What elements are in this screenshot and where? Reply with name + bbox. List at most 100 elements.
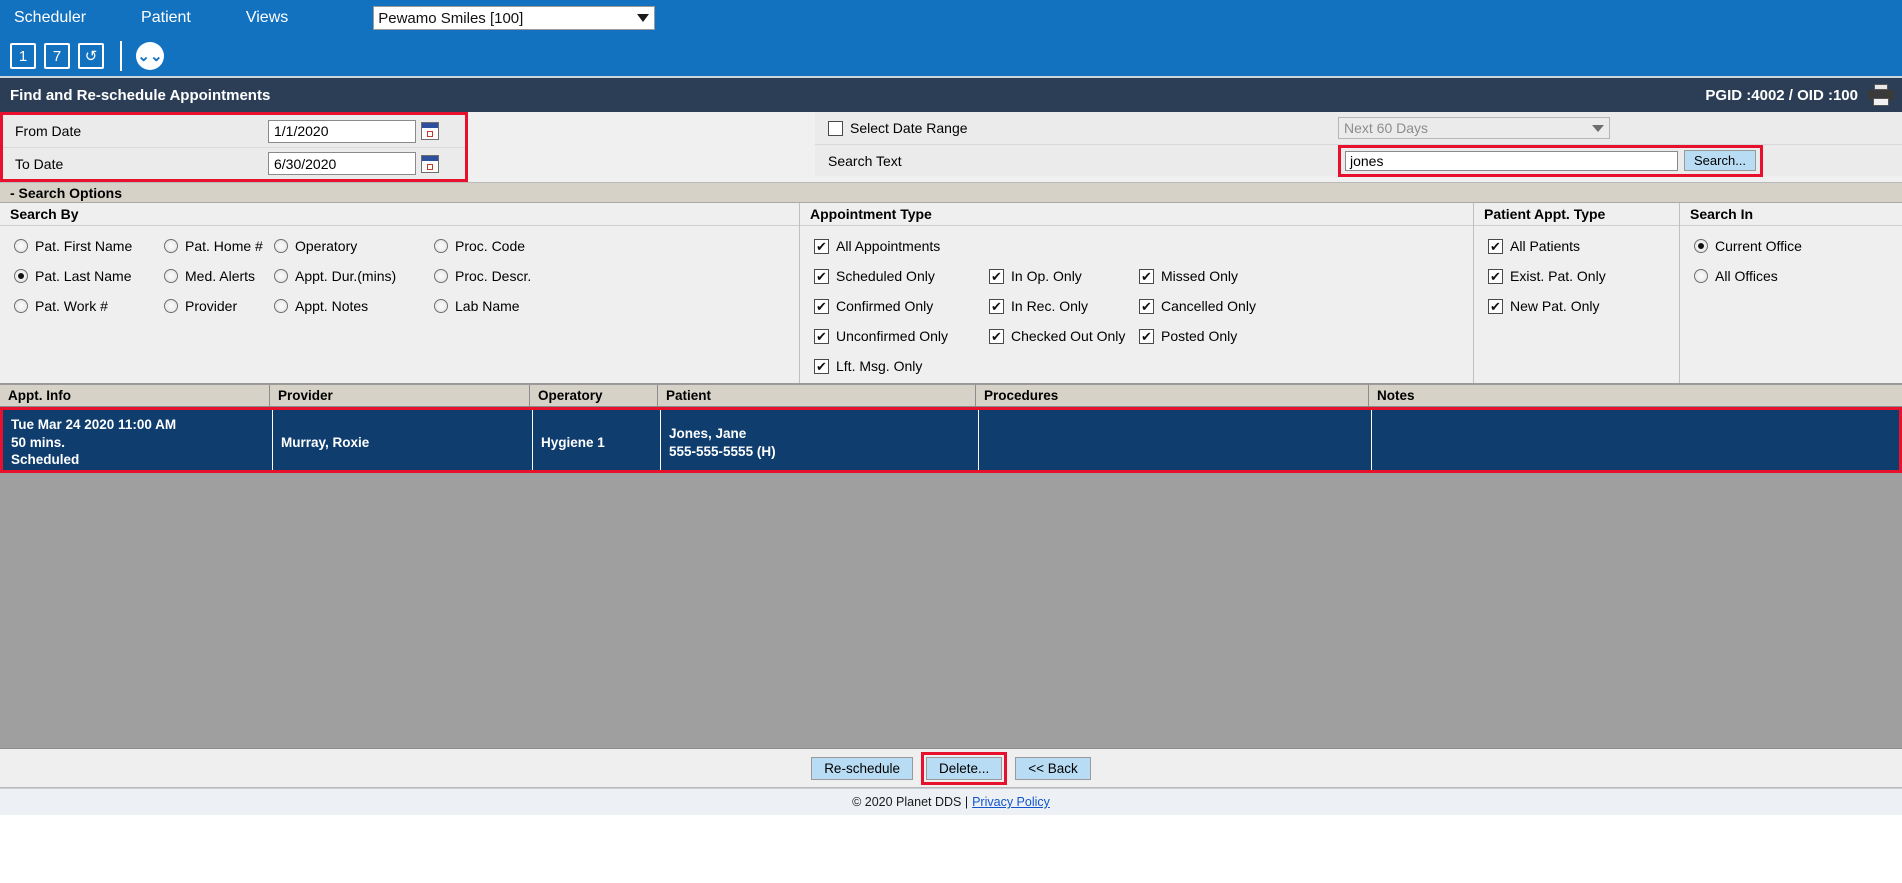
radio-icon[interactable]: [14, 299, 28, 313]
table-row[interactable]: Tue Mar 24 2020 11:00 AM 50 mins. Schedu…: [3, 410, 1899, 470]
date-range-preset-select[interactable]: Next 60 Days: [1338, 117, 1610, 139]
radio-icon[interactable]: [434, 269, 448, 283]
expand-down-icon[interactable]: ⌄⌄: [136, 42, 164, 70]
radio-proc-code[interactable]: Proc. Code: [434, 238, 554, 254]
column-header-procedures[interactable]: Procedures: [976, 385, 1369, 406]
printer-icon[interactable]: [1868, 84, 1894, 106]
select-date-range-checkbox[interactable]: [828, 120, 843, 136]
calendar-icon[interactable]: [421, 154, 439, 173]
radio-appt-duration[interactable]: Appt. Dur.(mins): [274, 268, 434, 284]
column-header-provider[interactable]: Provider: [270, 385, 530, 406]
checkbox-icon[interactable]: ✔: [989, 298, 1004, 314]
checkbox-scheduled-only[interactable]: ✔ Scheduled Only: [814, 268, 989, 284]
radio-icon[interactable]: [164, 239, 178, 253]
radio-pat-work-number[interactable]: Pat. Work #: [14, 298, 164, 314]
checkbox-lft-msg-only[interactable]: ✔ Lft. Msg. Only: [814, 358, 1473, 374]
checkbox-in-rec-only[interactable]: ✔ In Rec. Only: [989, 298, 1139, 314]
radio-icon[interactable]: [14, 239, 28, 253]
radio-icon[interactable]: [434, 299, 448, 313]
radio-pat-first-name[interactable]: Pat. First Name: [14, 238, 164, 254]
checkbox-icon[interactable]: ✔: [814, 328, 829, 344]
checkbox-missed-only[interactable]: ✔ Missed Only: [1139, 268, 1329, 284]
checkbox-icon[interactable]: ✔: [1139, 298, 1154, 314]
search-input[interactable]: jones: [1345, 150, 1678, 171]
panel-search-by: Search By Pat. First Name Pat. Home # Op…: [0, 203, 800, 383]
checkbox-cancelled-only[interactable]: ✔ Cancelled Only: [1139, 298, 1329, 314]
radio-all-offices[interactable]: All Offices: [1694, 268, 1902, 284]
back-button[interactable]: << Back: [1015, 756, 1091, 780]
from-date-input[interactable]: 1/1/2020: [268, 119, 416, 143]
search-button[interactable]: Search...: [1684, 150, 1757, 171]
radio-appt-notes[interactable]: Appt. Notes: [274, 298, 434, 314]
to-date-input[interactable]: 6/30/2020: [268, 152, 416, 175]
checkbox-icon[interactable]: ✔: [1488, 268, 1503, 284]
checkbox-icon[interactable]: ✔: [989, 328, 1004, 344]
checkbox-icon[interactable]: ✔: [989, 268, 1004, 284]
radio-icon[interactable]: [434, 239, 448, 253]
column-header-appt-info[interactable]: Appt. Info: [0, 385, 270, 406]
checkbox-icon[interactable]: ✔: [1488, 298, 1503, 314]
appt-status: Scheduled: [11, 452, 80, 468]
menu-item-patient[interactable]: Patient: [141, 9, 191, 27]
column-header-patient[interactable]: Patient: [658, 385, 976, 406]
results-empty-area: [0, 473, 1902, 749]
checkbox-icon[interactable]: ✔: [814, 238, 829, 254]
cell-appt-info: Tue Mar 24 2020 11:00 AM 50 mins. Schedu…: [3, 410, 273, 470]
menu-item-scheduler[interactable]: Scheduler: [14, 9, 86, 27]
column-header-notes[interactable]: Notes: [1369, 385, 1902, 406]
checkbox-all-patients[interactable]: ✔ All Patients: [1488, 238, 1679, 254]
radio-icon[interactable]: [274, 269, 288, 283]
search-options-header[interactable]: - Search Options: [0, 183, 1902, 203]
column-header-operatory[interactable]: Operatory: [530, 385, 658, 406]
radio-provider[interactable]: Provider: [164, 298, 274, 314]
office-select[interactable]: Pewamo Smiles [100]: [373, 6, 656, 30]
checkbox-icon[interactable]: ✔: [1139, 328, 1154, 344]
select-date-range-field[interactable]: Select Date Range: [815, 120, 1338, 136]
radio-lab-name[interactable]: Lab Name: [434, 298, 554, 314]
radio-proc-descr[interactable]: Proc. Descr.: [434, 268, 554, 284]
radio-icon-selected[interactable]: [14, 269, 28, 283]
checkbox-checked-out-only[interactable]: ✔ Checked Out Only: [989, 328, 1139, 344]
checkbox-posted-only[interactable]: ✔ Posted Only: [1139, 328, 1329, 344]
checkbox-icon[interactable]: ✔: [814, 358, 829, 374]
menu-item-views[interactable]: Views: [246, 9, 288, 27]
patient-appt-type-title: Patient Appt. Type: [1474, 203, 1679, 226]
checkbox-unconfirmed-only[interactable]: ✔ Unconfirmed Only: [814, 328, 989, 344]
checkbox-icon[interactable]: ✔: [1139, 268, 1154, 284]
checkbox-label: In Rec. Only: [1011, 298, 1089, 314]
radio-icon[interactable]: [1694, 269, 1708, 283]
checkbox-confirmed-only[interactable]: ✔ Confirmed Only: [814, 298, 989, 314]
radio-label: Provider: [185, 298, 238, 314]
chevron-down-icon: [1592, 124, 1604, 132]
radio-label: Pat. Work #: [35, 298, 108, 314]
refresh-icon[interactable]: ↺: [78, 43, 104, 69]
radio-icon[interactable]: [164, 299, 178, 313]
checkbox-in-op-only[interactable]: ✔ In Op. Only: [989, 268, 1139, 284]
radio-icon[interactable]: [164, 269, 178, 283]
delete-button[interactable]: Delete...: [925, 756, 1003, 780]
checkbox-label: Confirmed Only: [836, 298, 934, 314]
checkbox-icon[interactable]: ✔: [814, 268, 829, 284]
checkbox-new-pat-only[interactable]: ✔ New Pat. Only: [1488, 298, 1679, 314]
radio-icon[interactable]: [274, 239, 288, 253]
radio-icon[interactable]: [274, 299, 288, 313]
week-view-icon[interactable]: 7: [44, 43, 70, 69]
checkbox-exist-pat-only[interactable]: ✔ Exist. Pat. Only: [1488, 268, 1679, 284]
checkbox-all-appointments[interactable]: ✔ All Appointments: [814, 238, 1473, 254]
reschedule-button[interactable]: Re-schedule: [811, 756, 913, 780]
checkbox-icon[interactable]: ✔: [814, 298, 829, 314]
radio-operatory[interactable]: Operatory: [274, 238, 434, 254]
radio-label: Operatory: [295, 238, 358, 254]
day-view-icon[interactable]: 1: [10, 43, 36, 69]
page-title: Find and Re-schedule Appointments: [10, 86, 271, 104]
search-options-body: Search By Pat. First Name Pat. Home # Op…: [0, 203, 1902, 385]
radio-icon-selected[interactable]: [1694, 239, 1708, 253]
radio-current-office[interactable]: Current Office: [1694, 238, 1902, 254]
privacy-policy-link[interactable]: Privacy Policy: [972, 795, 1050, 809]
radio-pat-home-number[interactable]: Pat. Home #: [164, 238, 274, 254]
patient-phone: 555-555-5555 (H): [669, 443, 776, 459]
radio-pat-last-name[interactable]: Pat. Last Name: [14, 268, 164, 284]
calendar-icon[interactable]: [421, 122, 439, 140]
checkbox-icon[interactable]: ✔: [1488, 238, 1503, 254]
radio-med-alerts[interactable]: Med. Alerts: [164, 268, 274, 284]
